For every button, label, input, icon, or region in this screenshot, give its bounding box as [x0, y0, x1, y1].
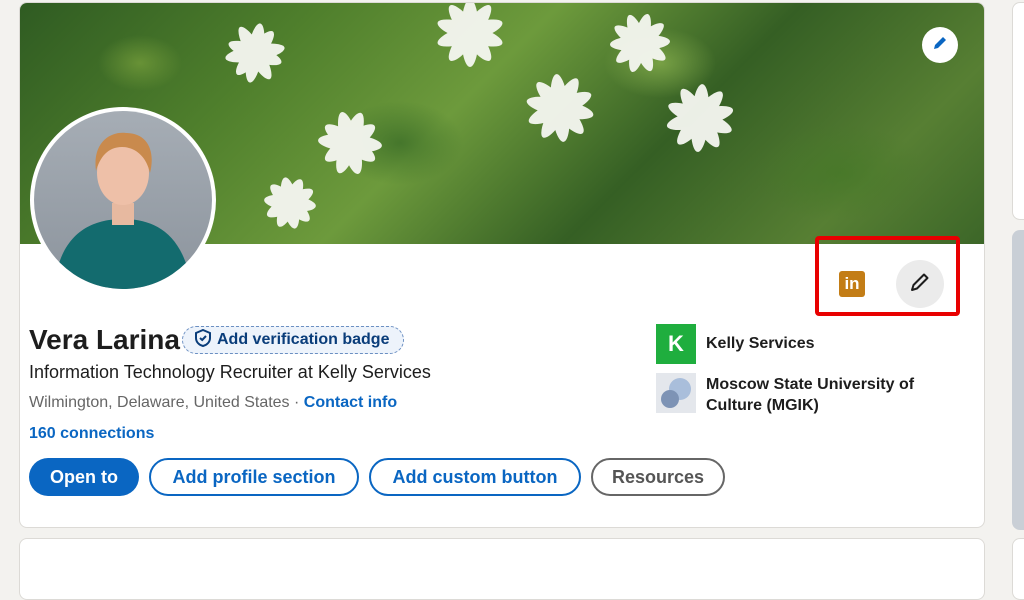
add-custom-button-button[interactable]: Add custom button	[369, 458, 581, 496]
banner-edit-button[interactable]	[922, 27, 958, 63]
contact-info-link[interactable]: Contact info	[304, 394, 397, 411]
org-name: Kelly Services	[706, 335, 815, 352]
annotation-highlight-box	[815, 236, 960, 316]
separator: ·	[294, 394, 300, 411]
add-verification-badge-button[interactable]: Add verification badge	[182, 326, 405, 354]
sidebar-card	[1012, 2, 1024, 220]
kelly-services-logo: K	[656, 324, 696, 364]
profile-name: Vera Larina	[29, 324, 180, 355]
profile-location-line: Wilmington, Delaware, United States · Co…	[29, 394, 397, 412]
avatar	[34, 111, 212, 289]
resources-button[interactable]: Resources	[591, 458, 725, 496]
add-profile-section-button[interactable]: Add profile section	[149, 458, 359, 496]
org-kelly-services[interactable]: K Kelly Services	[656, 324, 946, 364]
location-text: Wilmington, Delaware, United States	[29, 394, 290, 411]
next-section-card	[19, 538, 985, 600]
verification-label: Add verification badge	[217, 331, 390, 348]
university-logo	[656, 373, 696, 413]
open-to-button[interactable]: Open to	[29, 458, 139, 496]
connections-link[interactable]: 160 connections	[29, 425, 154, 443]
profile-photo[interactable]	[30, 107, 216, 293]
profile-headline: Information Technology Recruiter at Kell…	[29, 362, 431, 382]
sidebar-card-lower	[1012, 538, 1024, 600]
shield-check-icon	[195, 328, 211, 352]
org-name: Moscow State University of Culture (MGIK…	[706, 376, 915, 414]
pencil-icon	[932, 35, 948, 56]
scrollbar[interactable]	[1012, 230, 1024, 530]
org-moscow-state-university[interactable]: Moscow State University of Culture (MGIK…	[656, 373, 946, 416]
